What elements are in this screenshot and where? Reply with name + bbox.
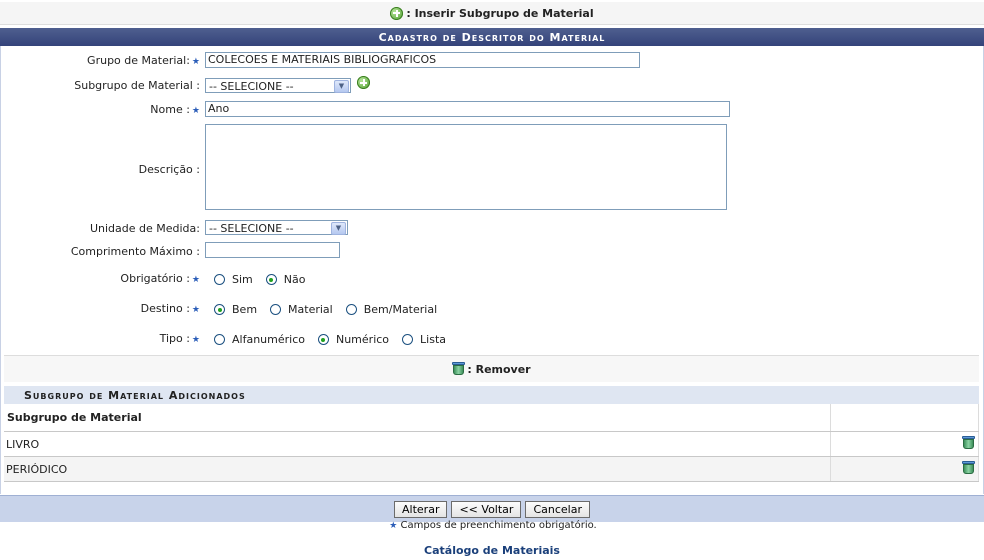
unidade-selected: -- SELECIONE -- xyxy=(209,222,294,235)
required-star-icon: ★ xyxy=(191,106,200,116)
remove-row-trash-icon[interactable] xyxy=(962,435,975,450)
required-star-icon: ★ xyxy=(191,335,200,345)
subgrupo-select[interactable]: -- SELECIONE -- ▼ xyxy=(205,78,351,93)
table-row: LIVRO xyxy=(4,431,979,457)
required-star-icon: ★ xyxy=(191,275,200,285)
destino-bem-material-radio[interactable] xyxy=(345,304,357,315)
required-star-icon: ★ xyxy=(191,57,200,67)
destino-radios: Bem Material Bem/Material xyxy=(214,303,443,316)
unidade-select[interactable]: -- SELECIONE -- ▼ xyxy=(205,220,348,235)
subgrupo-label: Subgrupo de Material : xyxy=(74,79,200,92)
descricao-textarea[interactable] xyxy=(205,124,727,210)
tipo-lista-radio[interactable] xyxy=(402,334,414,345)
destino-label-text: Destino : xyxy=(140,302,190,315)
insert-subgroup-label: : Inserir Subgrupo de Material xyxy=(406,6,594,20)
nome-label: Nome : ★ xyxy=(150,103,200,116)
unidade-label-text: Unidade de Medida: xyxy=(89,222,200,235)
required-note: ★ Campos de preenchimento obrigatório. xyxy=(0,520,984,531)
row-actions xyxy=(830,431,979,457)
catalog-link[interactable]: Catálogo de Materiais xyxy=(0,544,984,557)
obrigatorio-radios: Sim Não xyxy=(214,273,311,286)
comprimento-field[interactable] xyxy=(205,242,340,258)
tipo-radios: Alfanumérico Numérico Lista xyxy=(214,333,452,346)
descricao-label-text: Descrição : xyxy=(138,163,200,176)
grupo-field[interactable]: COLECOES E MATERIAIS BIBLIOGRAFICOS xyxy=(205,52,640,68)
obrigatorio-label-text: Obrigatório : xyxy=(120,272,190,285)
tipo-alfanumerico-label: Alfanumérico xyxy=(232,333,305,346)
cancelar-button[interactable]: Cancelar xyxy=(525,500,590,518)
tipo-numerico-radio[interactable] xyxy=(317,334,329,345)
required-note-text: Campos de preenchimento obrigatório. xyxy=(397,520,597,531)
add-subgroup-icon[interactable] xyxy=(357,76,370,89)
obrigatorio-label: Obrigatório : ★ xyxy=(120,272,200,285)
voltar-button[interactable]: << Voltar xyxy=(451,500,522,518)
column-header-subgrupo: Subgrupo de Material xyxy=(4,404,831,432)
chevron-down-icon: ▼ xyxy=(334,80,349,93)
form-title: Cadastro de Descritor do Material xyxy=(0,28,984,46)
table-row: PERIÓDICO xyxy=(4,456,979,482)
destino-material-label: Material xyxy=(288,303,333,316)
add-icon xyxy=(390,6,404,20)
obrigatorio-nao-label: Não xyxy=(283,273,306,286)
nome-label-text: Nome : xyxy=(150,103,190,116)
obrigatorio-nao-radio[interactable] xyxy=(265,274,277,285)
remove-legend: : Remover xyxy=(4,355,979,382)
remove-legend-label: : Remover xyxy=(467,362,531,376)
tipo-numerico-label: Numérico xyxy=(335,333,390,346)
insert-subgroup-legend: : Inserir Subgrupo de Material xyxy=(0,2,984,25)
obrigatorio-sim-label: Sim xyxy=(232,273,253,286)
trash-icon xyxy=(452,362,466,376)
tipo-label: Tipo : ★ xyxy=(160,332,200,345)
grupo-label-text: Grupo de Material: xyxy=(87,54,190,67)
subgroup-name: PERIÓDICO xyxy=(4,456,831,482)
subgroups-table: Subgrupo de Material LIVRO PERIÓDICO xyxy=(4,404,979,482)
form-footer: Alterar << Voltar Cancelar xyxy=(0,495,984,522)
tipo-label-text: Tipo : xyxy=(159,332,190,345)
comprimento-label: Comprimento Máximo : xyxy=(71,245,200,258)
tipo-alfanumerico-radio[interactable] xyxy=(214,334,225,345)
destino-bem-radio[interactable] xyxy=(214,304,225,315)
destino-label: Destino : ★ xyxy=(141,302,200,315)
tipo-lista-label: Lista xyxy=(420,333,447,346)
descricao-label: Descrição : xyxy=(139,163,200,176)
alterar-button[interactable]: Alterar xyxy=(394,500,448,518)
subgroup-name: LIVRO xyxy=(4,431,831,457)
destino-material-radio[interactable] xyxy=(270,304,282,315)
remove-row-trash-icon[interactable] xyxy=(962,460,975,475)
grupo-label: Grupo de Material: ★ xyxy=(87,54,200,67)
subgroups-title: Subgrupo de Material Adicionados xyxy=(4,386,979,404)
row-actions xyxy=(830,456,979,482)
column-header-actions xyxy=(830,404,979,432)
obrigatorio-sim-radio[interactable] xyxy=(214,274,225,285)
comprimento-label-text: Comprimento Máximo : xyxy=(70,245,200,258)
unidade-label: Unidade de Medida: xyxy=(90,222,200,235)
chevron-down-icon: ▼ xyxy=(331,222,346,235)
subgroups-title-text: Subgrupo de Material Adicionados xyxy=(24,388,246,402)
destino-bem-label: Bem xyxy=(232,303,258,316)
subgrupo-selected: -- SELECIONE -- xyxy=(209,80,294,93)
required-star-icon: ★ xyxy=(191,305,200,315)
destino-bem-material-label: Bem/Material xyxy=(363,303,438,316)
table-header-row: Subgrupo de Material xyxy=(4,404,979,432)
form-title-text: Cadastro de Descritor do Material xyxy=(378,30,606,44)
nome-field[interactable]: Ano xyxy=(205,101,730,117)
subgrupo-label-text: Subgrupo de Material : xyxy=(74,79,200,92)
